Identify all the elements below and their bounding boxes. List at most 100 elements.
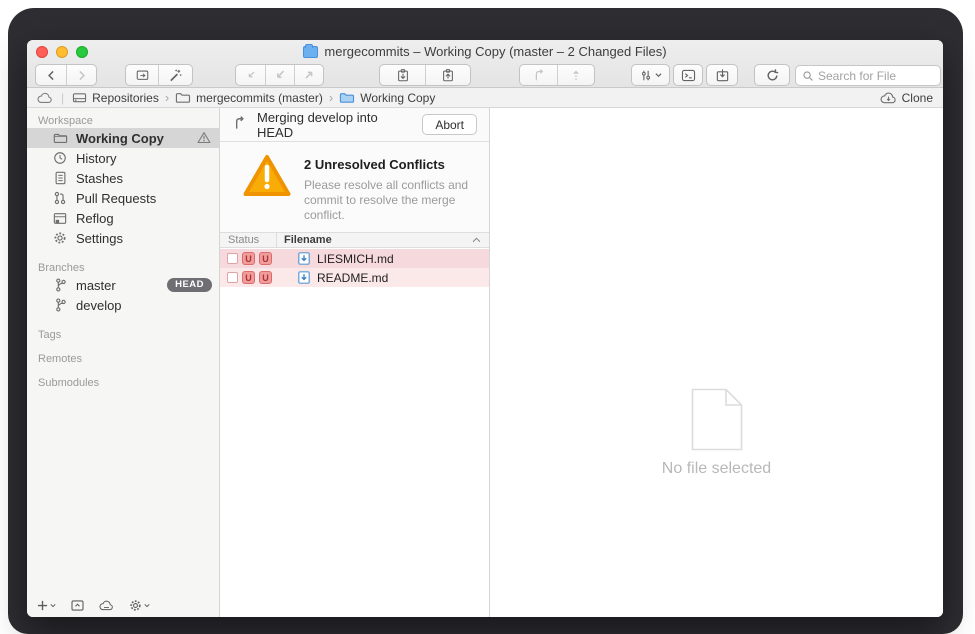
title-bar: mergecommits – Working Copy (master – 2 … — [27, 43, 943, 60]
terminal-button[interactable] — [674, 65, 702, 85]
chevron-separator-icon: › — [165, 90, 169, 105]
table-row-readme[interactable]: U U README.md — [220, 268, 489, 287]
cloud-icon — [99, 600, 114, 611]
sidebar-item-history[interactable]: History — [27, 148, 219, 168]
sidebar-section-remotes[interactable]: Remotes — [27, 352, 219, 366]
file-list-panel: Merging develop into HEAD Abort 2 Unreso… — [220, 108, 490, 617]
conflict-title: 2 Unresolved Conflicts — [304, 157, 445, 172]
working-copy-folder-icon — [52, 132, 68, 144]
breadcrumb-working-copy-label: Working Copy — [360, 91, 435, 105]
sidebar-item-label: Reflog — [76, 211, 114, 226]
sidebar-item-label: Pull Requests — [76, 191, 156, 206]
merge-icon — [532, 68, 546, 82]
window-folder-icon — [303, 46, 318, 58]
sidebar-item-working-copy[interactable]: Working Copy — [27, 128, 219, 148]
refresh-icon — [765, 68, 780, 83]
main-content: Workspace Working Copy History — [27, 108, 943, 617]
pop-stash-button[interactable] — [425, 65, 470, 85]
sidebar-item-stashes[interactable]: Stashes — [27, 168, 219, 188]
forward-icon — [75, 69, 88, 82]
forward-button[interactable] — [66, 65, 96, 85]
filename-label: LIESMICH.md — [317, 252, 394, 266]
sidebar-footer — [37, 599, 150, 612]
status-badge-ours: U — [242, 252, 255, 265]
column-header-status[interactable]: Status — [220, 233, 277, 247]
sidebar-item-branch-master[interactable]: master HEAD — [27, 275, 219, 295]
search-icon — [802, 70, 814, 82]
quick-launch-button[interactable] — [158, 65, 192, 85]
repository-manager-button[interactable] — [126, 65, 158, 85]
breadcrumb-working-copy[interactable]: Working Copy — [339, 91, 435, 105]
column-header-filename[interactable]: Filename — [277, 234, 472, 246]
search-input[interactable] — [818, 69, 928, 83]
refresh-button[interactable] — [755, 65, 789, 85]
push-icon — [302, 68, 316, 82]
abort-merge-button[interactable]: Abort — [422, 114, 477, 135]
stage-checkbox[interactable] — [227, 253, 238, 264]
chevron-down-icon — [144, 603, 150, 608]
file-search-field[interactable] — [795, 65, 941, 86]
sidebar-item-label: History — [76, 151, 116, 166]
empty-doc-icon — [691, 388, 743, 456]
archive-button[interactable] — [707, 65, 737, 85]
breadcrumb-repo[interactable]: mergecommits (master) — [175, 91, 323, 105]
status-badge-theirs: U — [259, 252, 272, 265]
add-repository-button[interactable] — [37, 600, 56, 611]
stage-checkbox[interactable] — [227, 272, 238, 283]
clock-icon — [52, 151, 68, 165]
settings-menu-button[interactable] — [129, 599, 150, 612]
stash-icon — [396, 68, 410, 83]
breadcrumb-bar: | Repositories › mergecommits (master) ›… — [27, 88, 943, 108]
clone-label: Clone — [902, 91, 933, 105]
no-file-selected-message: No file selected — [490, 460, 943, 478]
cloud-accounts-button[interactable] — [37, 92, 53, 104]
toolbar — [27, 64, 943, 88]
sidebar-item-label: develop — [76, 298, 122, 313]
sidebar: Workspace Working Copy History — [27, 108, 220, 617]
branch-tools-dropdown-button[interactable] — [632, 65, 669, 85]
quick-launch-icon — [168, 68, 183, 83]
app-window: mergecommits – Working Copy (master – 2 … — [27, 40, 943, 617]
drive-icon — [72, 91, 87, 104]
sidebar-section-tags[interactable]: Tags — [27, 328, 219, 342]
sidebar-section-branches[interactable]: Branches — [27, 261, 219, 275]
rebase-button[interactable] — [557, 65, 594, 85]
sidebar-item-pull-requests[interactable]: Pull Requests — [27, 188, 219, 208]
sidebar-item-reflog[interactable]: Reflog — [27, 208, 219, 228]
status-badge-ours: U — [242, 271, 255, 284]
panel-icon — [71, 600, 84, 611]
fetch-button[interactable] — [236, 65, 265, 85]
sidebar-item-label: master — [76, 278, 116, 293]
sort-ascending-icon — [472, 237, 481, 243]
sidebar-section-workspace[interactable]: Workspace — [27, 114, 219, 128]
push-button[interactable] — [294, 65, 323, 85]
breadcrumb-repositories[interactable]: Repositories — [72, 91, 159, 105]
sidebar-item-label: Working Copy — [76, 131, 164, 146]
conflict-notice: 2 Unresolved Conflicts Please resolve al… — [220, 142, 489, 232]
sidebar-section-submodules[interactable]: Submodules — [27, 376, 219, 390]
pull-icon — [273, 68, 287, 82]
stash-button[interactable] — [380, 65, 425, 85]
merge-banner: Merging develop into HEAD Abort — [220, 108, 489, 142]
sidebar-item-branch-develop[interactable]: develop — [27, 295, 219, 315]
sidebar-item-settings[interactable]: Settings — [27, 228, 219, 248]
reflog-icon — [52, 212, 68, 225]
plus-icon — [37, 600, 48, 611]
head-badge: HEAD — [167, 278, 212, 292]
pull-button[interactable] — [265, 65, 294, 85]
chevron-down-icon — [655, 72, 662, 78]
repository-manager-icon — [135, 68, 150, 82]
merge-in-progress-icon — [232, 115, 247, 135]
clone-button[interactable]: Clone — [880, 91, 933, 105]
toggle-panel-button[interactable] — [71, 600, 84, 611]
table-row-liesmich[interactable]: U U LIESMICH.md — [220, 249, 489, 268]
remote-accounts-button[interactable] — [99, 600, 114, 611]
chevron-separator-icon: › — [329, 90, 333, 105]
conflict-warning-icon — [197, 131, 211, 147]
pull-request-icon — [52, 191, 68, 205]
stashes-icon — [52, 171, 68, 185]
archive-icon — [715, 68, 730, 83]
merge-button[interactable] — [520, 65, 557, 85]
breadcrumb-repositories-label: Repositories — [92, 91, 159, 105]
back-button[interactable] — [36, 65, 66, 85]
